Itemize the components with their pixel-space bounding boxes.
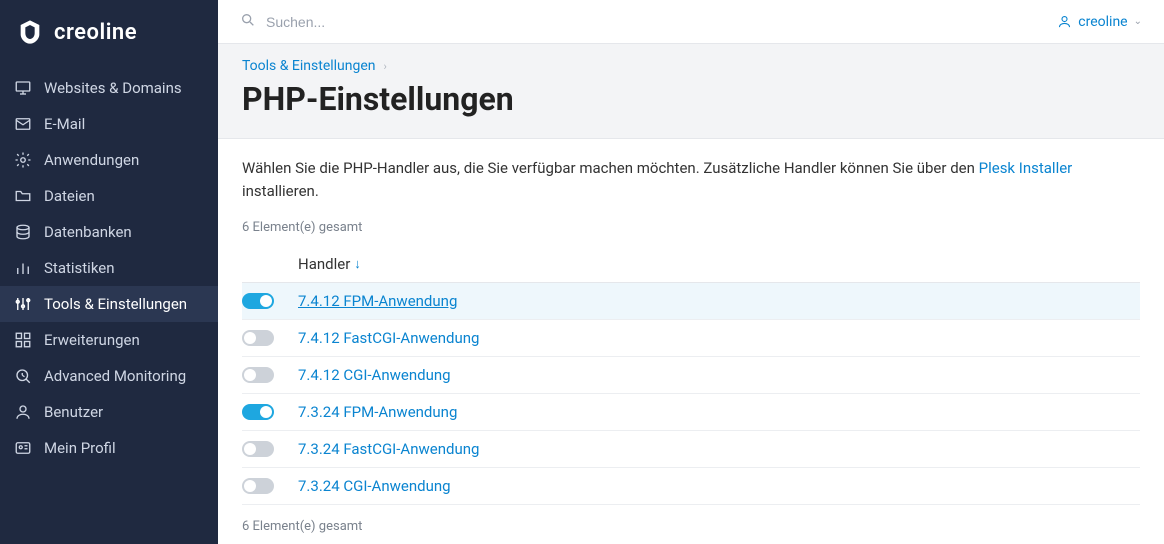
sidebar-item-label: Dateien (44, 187, 95, 205)
sidebar-item-label: Websites & Domains (44, 79, 182, 97)
table-row: 7.3.24 FastCGI-Anwendung (242, 431, 1140, 468)
brand-name: creoline (54, 20, 137, 45)
user-icon (14, 403, 32, 421)
table-row: 7.3.24 FPM-Anwendung (242, 394, 1140, 431)
logo-icon (16, 18, 44, 46)
handler-toggle[interactable] (242, 441, 274, 457)
user-icon (1057, 14, 1072, 29)
handler-toggle[interactable] (242, 478, 274, 494)
handler-toggle[interactable] (242, 404, 274, 420)
sidebar-item-benutzer[interactable]: Benutzer (0, 394, 218, 430)
handler-link[interactable]: 7.3.24 CGI-Anwendung (298, 477, 451, 495)
sidebar-item-anwendungen[interactable]: Anwendungen (0, 142, 218, 178)
sort-asc-icon: ↓ (354, 256, 361, 272)
sidebar-item-label: E-Mail (44, 115, 85, 133)
item-count-top: 6 Element(e) gesamt (242, 220, 1140, 235)
sidebar-item-advanced-monitoring[interactable]: Advanced Monitoring (0, 358, 218, 394)
sidebar-item-label: Erweiterungen (44, 331, 140, 349)
sidebar-item-tools-einstellungen[interactable]: Tools & Einstellungen (0, 286, 218, 322)
handler-link[interactable]: 7.4.12 FastCGI-Anwendung (298, 329, 479, 347)
sidebar-item-label: Tools & Einstellungen (44, 295, 187, 313)
search-icon (240, 12, 256, 32)
handler-table: Handler ↓ 7.4.12 FPM-Anwendung 7.4.12 Fas… (242, 245, 1140, 505)
idcard-icon (14, 439, 32, 457)
item-count-bottom: 6 Element(e) gesamt (242, 519, 1140, 534)
main-nav: Websites & Domains E-Mail Anwendungen Datei… (0, 64, 218, 466)
handler-toggle[interactable] (242, 367, 274, 383)
handler-link[interactable]: 7.4.12 FPM-Anwendung (298, 292, 457, 310)
brand-logo[interactable]: creoline (0, 0, 218, 64)
main-area: creoline ⌄ Tools & Einstellungen › PHP-E… (218, 0, 1164, 544)
sidebar-item-label: Mein Profil (44, 439, 116, 457)
grid-icon (14, 331, 32, 349)
table-row: 7.4.12 CGI-Anwendung (242, 357, 1140, 394)
stats-icon (14, 259, 32, 277)
table-row: 7.4.12 FastCGI-Anwendung (242, 320, 1140, 357)
folder-icon (14, 187, 32, 205)
sidebar-item-websites-domains[interactable]: Websites & Domains (0, 70, 218, 106)
mail-icon (14, 115, 32, 133)
sidebar-item-datenbanken[interactable]: Datenbanken (0, 214, 218, 250)
plesk-installer-link[interactable]: Plesk Installer (979, 159, 1073, 177)
sidebar-item-erweiterungen[interactable]: Erweiterungen (0, 322, 218, 358)
content: Wählen Sie die PHP-Handler aus, die Sie … (218, 139, 1164, 544)
sidebar-item-dateien[interactable]: Dateien (0, 178, 218, 214)
breadcrumb-link[interactable]: Tools & Einstellungen (242, 58, 376, 74)
chevron-right-icon: › (384, 60, 387, 73)
handler-toggle[interactable] (242, 330, 274, 346)
sidebar: creoline Websites & Domains E-Mail Anwendu… (0, 0, 218, 544)
user-menu[interactable]: creoline ⌄ (1057, 14, 1142, 30)
page-header: Tools & Einstellungen › PHP-Einstellunge… (218, 44, 1164, 139)
sliders-icon (14, 295, 32, 313)
sidebar-item-label: Anwendungen (44, 151, 139, 169)
monitor-icon (14, 79, 32, 97)
page-title: PHP-Einstellungen (242, 80, 1140, 118)
user-name: creoline (1078, 14, 1127, 30)
handler-toggle[interactable] (242, 293, 274, 309)
breadcrumb: Tools & Einstellungen › (242, 58, 1140, 74)
sidebar-item-statistiken[interactable]: Statistiken (0, 250, 218, 286)
topbar: creoline ⌄ (218, 0, 1164, 44)
sidebar-item-e-mail[interactable]: E-Mail (0, 106, 218, 142)
table-row: 7.3.24 CGI-Anwendung (242, 468, 1140, 505)
search-input[interactable] (266, 14, 1047, 30)
intro-text: Wählen Sie die PHP-Handler aus, die Sie … (242, 157, 1140, 202)
handler-link[interactable]: 7.4.12 CGI-Anwendung (298, 366, 451, 384)
handler-link[interactable]: 7.3.24 FPM-Anwendung (298, 403, 457, 421)
monitor2-icon (14, 367, 32, 385)
sidebar-item-mein-profil[interactable]: Mein Profil (0, 430, 218, 466)
table-header: Handler ↓ (242, 245, 1140, 283)
sidebar-item-label: Advanced Monitoring (44, 367, 186, 385)
table-row: 7.4.12 FPM-Anwendung (242, 283, 1140, 320)
sidebar-item-label: Benutzer (44, 403, 103, 421)
sidebar-item-label: Statistiken (44, 259, 115, 277)
database-icon (14, 223, 32, 241)
chevron-down-icon: ⌄ (1134, 16, 1142, 27)
gear-icon (14, 151, 32, 169)
sidebar-item-label: Datenbanken (44, 223, 132, 241)
handler-link[interactable]: 7.3.24 FastCGI-Anwendung (298, 440, 479, 458)
column-header-handler[interactable]: Handler ↓ (298, 255, 1140, 273)
